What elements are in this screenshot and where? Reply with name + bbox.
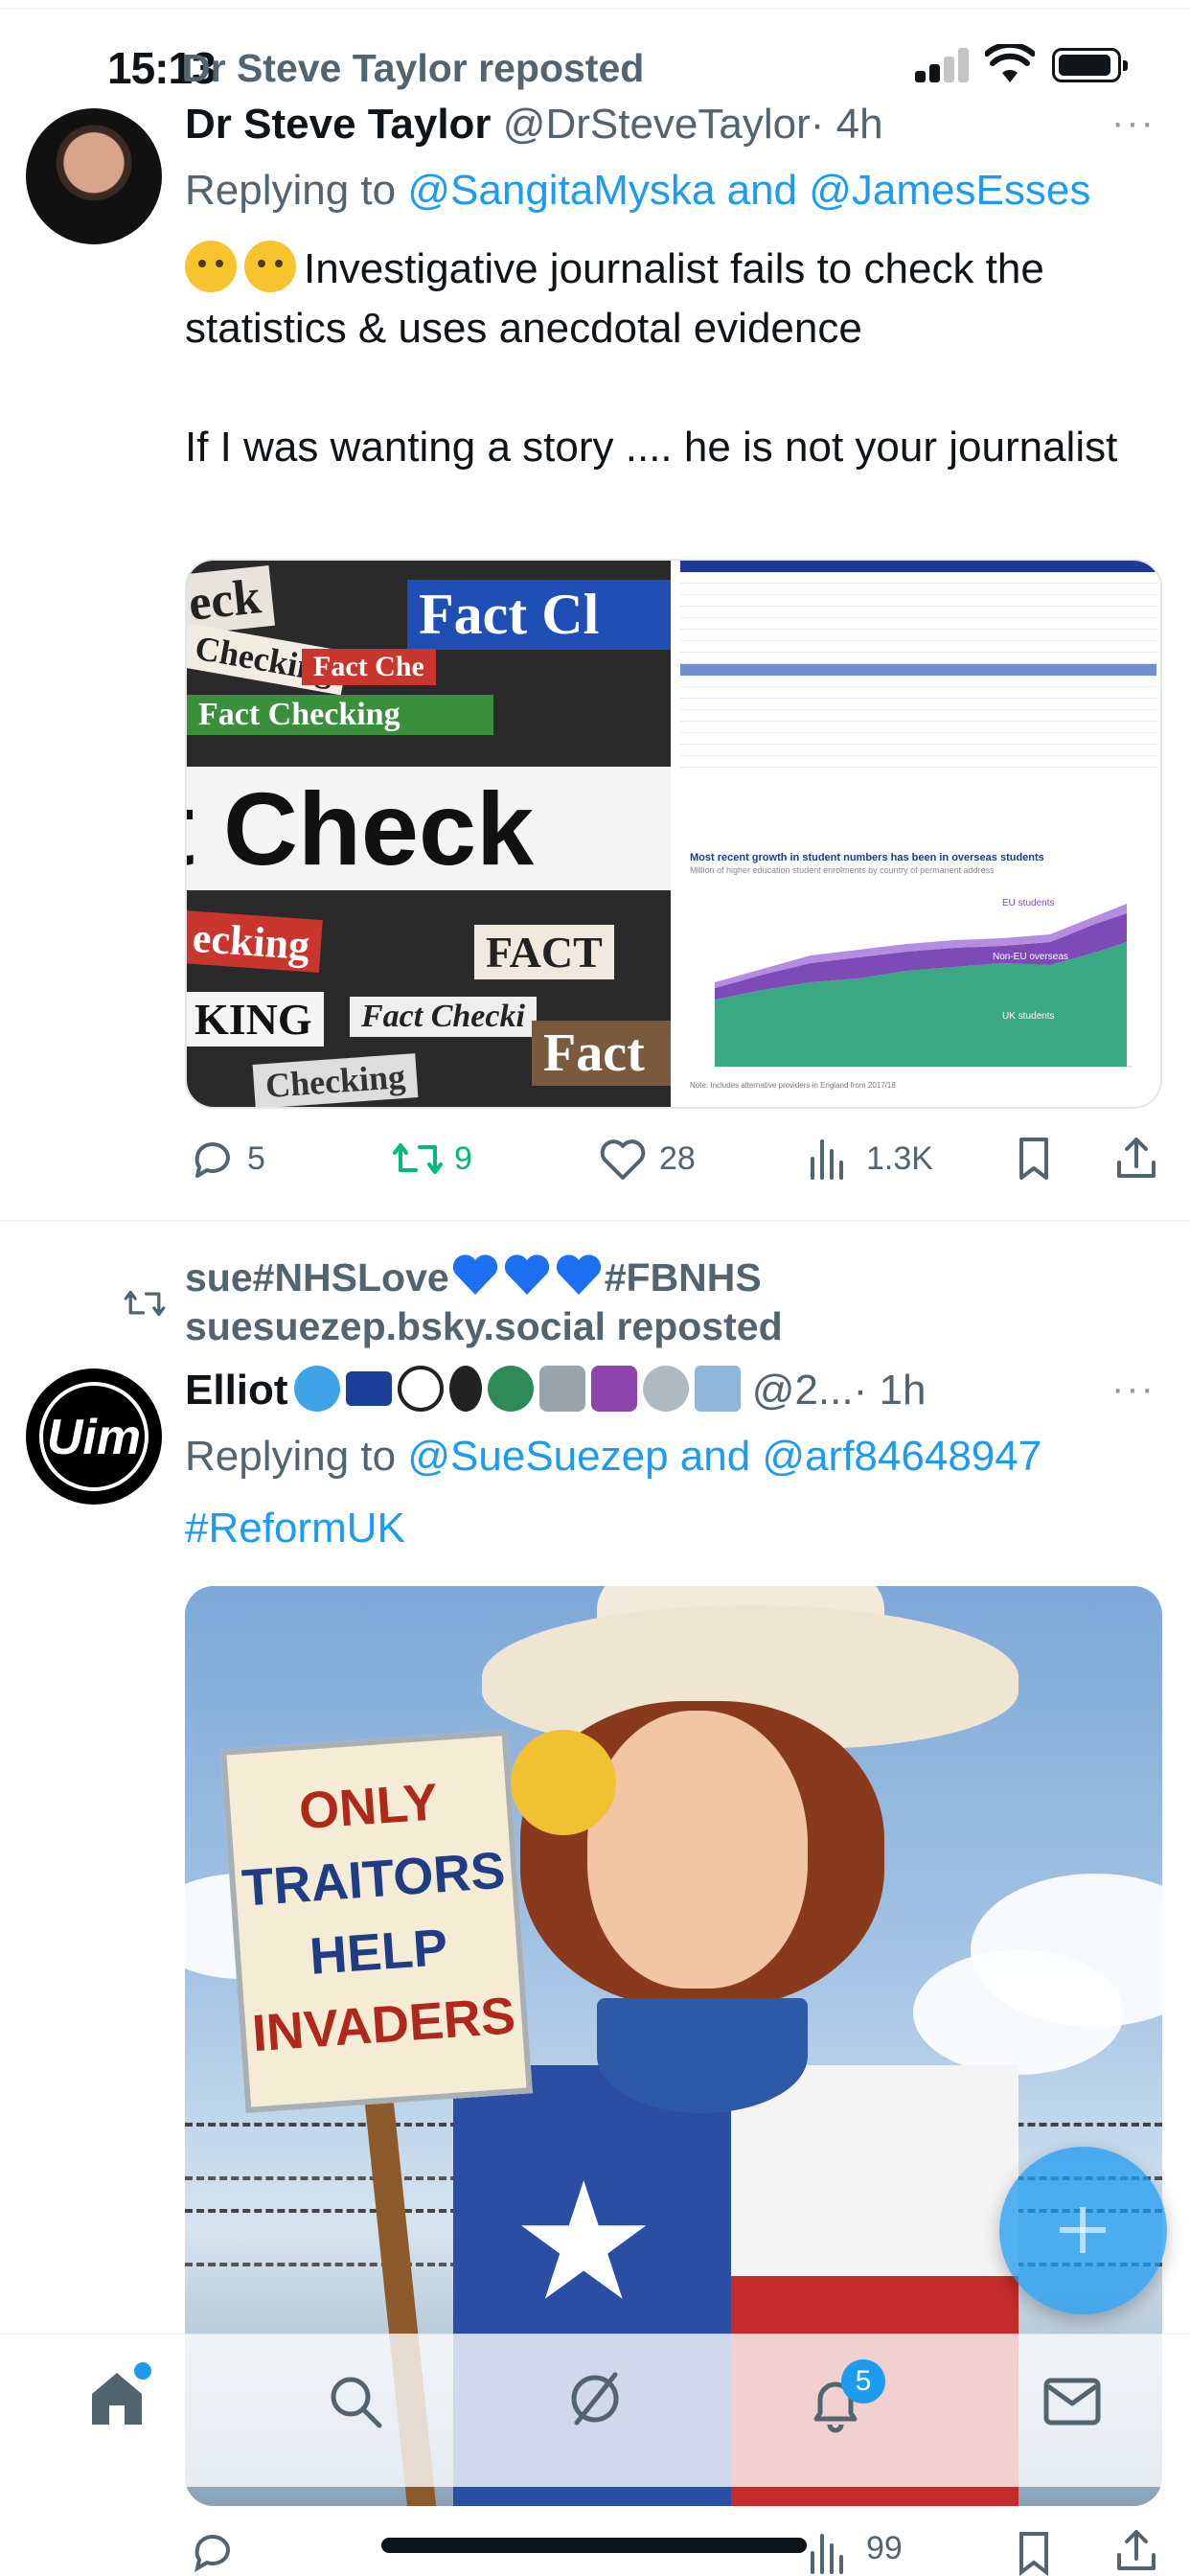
replying-prefix: Replying to bbox=[185, 167, 397, 214]
views-count[interactable]: 99 bbox=[866, 2530, 903, 2567]
fc-strip: KING bbox=[187, 992, 324, 1046]
soccer-ball-icon bbox=[397, 1366, 444, 1412]
bookmark-icon[interactable] bbox=[1016, 1136, 1052, 1182]
hashtag-link[interactable]: #ReformUK bbox=[185, 1505, 405, 1552]
replying-to-link[interactable]: @SangitaMyska and @JamesEsses bbox=[407, 167, 1090, 214]
tweet-header: Dr Steve Taylor @DrSteveTaylor· 4h bbox=[185, 101, 883, 149]
reply-icon[interactable] bbox=[188, 1136, 234, 1182]
tweet-text-line1: Investigative journalist fails to check … bbox=[185, 245, 1044, 352]
views-count[interactable]: 1.3K bbox=[866, 1140, 933, 1178]
reply-count[interactable]: 5 bbox=[247, 1140, 265, 1178]
notifications-badge: 5 bbox=[841, 2359, 885, 2404]
author-name[interactable]: Dr Steve Taylor bbox=[185, 101, 492, 148]
tweet-time: · 1h bbox=[853, 1367, 927, 1414]
more-options-icon[interactable]: ··· bbox=[1111, 1368, 1156, 1411]
fc-strip: t Check bbox=[187, 767, 671, 890]
home-unread-dot bbox=[134, 2362, 151, 2380]
fact-check-image[interactable]: eck Fact Cl Checking Fact Che Fact Check… bbox=[187, 561, 671, 1107]
like-count[interactable]: 28 bbox=[659, 1140, 696, 1178]
fc-strip: Fact bbox=[532, 1021, 671, 1086]
fc-strip: Fact Checki bbox=[350, 997, 537, 1037]
grok-icon[interactable] bbox=[563, 2367, 627, 2430]
tweet-media[interactable]: eck Fact Cl Checking Fact Che Fact Check… bbox=[185, 559, 1162, 1109]
reply-icon[interactable] bbox=[188, 2528, 234, 2574]
airplane-icon bbox=[694, 1366, 741, 1412]
replying-to: Replying to @SueSuezep and @arf84648947 bbox=[185, 1433, 1041, 1481]
reposted-by-icon bbox=[124, 1290, 166, 1317]
author-handle[interactable]: @DrSteveTaylor bbox=[503, 101, 811, 148]
label-eu: EU students bbox=[1002, 898, 1054, 908]
earth-icon bbox=[487, 1366, 534, 1412]
chart-subtitle: Million of higher education student enro… bbox=[690, 865, 995, 875]
fc-strip: Fact Cl bbox=[407, 580, 671, 650]
repost-icon[interactable] bbox=[391, 1138, 445, 1180]
fc-strip: Fact Che bbox=[302, 649, 436, 685]
blue-heart-icon bbox=[452, 1254, 497, 1295]
star-icon: ★ bbox=[511, 2151, 657, 2334]
replying-to: Replying to @SangitaMyska and @JamesEsse… bbox=[185, 167, 1090, 215]
share-icon[interactable] bbox=[1113, 1134, 1159, 1182]
globe-emoji-icon bbox=[293, 1366, 340, 1412]
top-divider bbox=[0, 8, 1190, 10]
reposter-handle: suesuezep.bsky.social reposted bbox=[185, 1304, 783, 1348]
views-icon[interactable] bbox=[807, 2530, 849, 2576]
label-uk: UK students bbox=[1002, 1011, 1054, 1022]
compose-button[interactable] bbox=[999, 2147, 1167, 2314]
monocle-face-emoji-icon bbox=[185, 241, 237, 292]
protest-sign: ONLY TRAITORS HELP INVADERS bbox=[220, 1729, 533, 2114]
fc-strip: FACT bbox=[474, 925, 614, 979]
battery-icon bbox=[1052, 48, 1128, 82]
fc-strip: ecking bbox=[187, 909, 323, 974]
statistics-table-image[interactable]: Most recent growth in student numbers ha… bbox=[673, 561, 1160, 1107]
table-band bbox=[680, 664, 1156, 676]
label-non-eu: Non-EU overseas bbox=[993, 952, 1068, 962]
avatar-logo-text: Uim bbox=[46, 1410, 142, 1465]
reposter-tag: #FBNHS bbox=[604, 1255, 762, 1300]
student-growth-chart: Most recent growth in student numbers ha… bbox=[686, 848, 1151, 1107]
avatar[interactable] bbox=[26, 108, 162, 244]
scorpio-icon bbox=[590, 1366, 637, 1412]
fc-strip: Checking bbox=[252, 1053, 419, 1107]
views-icon[interactable] bbox=[807, 1136, 849, 1182]
wifi-icon bbox=[985, 44, 1035, 82]
blue-heart-icon bbox=[504, 1254, 549, 1295]
home-indicator bbox=[381, 2538, 807, 2553]
chart-note: Note: Includes alternative providers in … bbox=[690, 1081, 896, 1090]
signal-icon bbox=[915, 48, 971, 82]
music-note-icon bbox=[448, 1366, 482, 1412]
author-handle[interactable]: @2... bbox=[752, 1367, 854, 1414]
tweet-text-line2: If I was wanting a story .... he is not … bbox=[185, 424, 1118, 471]
fc-strip: Fact Checking bbox=[187, 695, 493, 735]
tweet-text: Investigative journalist fails to check … bbox=[185, 240, 1153, 477]
table-header bbox=[680, 561, 1156, 572]
eu-flag-icon bbox=[345, 1371, 392, 1406]
repost-count[interactable]: 9 bbox=[454, 1140, 472, 1178]
blue-heart-icon bbox=[556, 1254, 601, 1295]
area-chart: EU students Non-EU overseas UK students bbox=[715, 898, 1132, 1068]
search-icon[interactable] bbox=[326, 2372, 385, 2431]
author-name[interactable]: Elliot bbox=[185, 1367, 288, 1414]
tweet-divider bbox=[0, 1220, 1190, 1222]
replying-prefix: Replying to bbox=[185, 1433, 397, 1480]
microscope-icon bbox=[538, 1366, 585, 1412]
messages-icon[interactable] bbox=[1042, 2377, 1102, 2426]
repost-label[interactable]: sue#NHSLove #FBNHS suesuezep.bsky.social … bbox=[185, 1254, 783, 1351]
repost-label[interactable]: Dr Steve Taylor reposted bbox=[182, 46, 644, 91]
satellite-dish-icon bbox=[642, 1366, 689, 1412]
share-icon[interactable] bbox=[1113, 2526, 1159, 2574]
more-options-icon[interactable]: ··· bbox=[1111, 102, 1156, 145]
like-icon[interactable] bbox=[599, 1138, 647, 1182]
tweet-header: Elliot @2...· 1h bbox=[185, 1366, 926, 1414]
reposter-name: sue#NHSLove bbox=[185, 1255, 449, 1300]
tweet-time: · 4h bbox=[810, 101, 883, 148]
thinking-face-emoji-icon bbox=[244, 241, 296, 292]
chart-title: Most recent growth in student numbers ha… bbox=[690, 852, 1044, 863]
replying-to-link[interactable]: @SueSuezep and @arf84648947 bbox=[407, 1433, 1041, 1480]
avatar[interactable]: Uim bbox=[26, 1368, 162, 1505]
bookmark-icon[interactable] bbox=[1016, 2530, 1052, 2576]
